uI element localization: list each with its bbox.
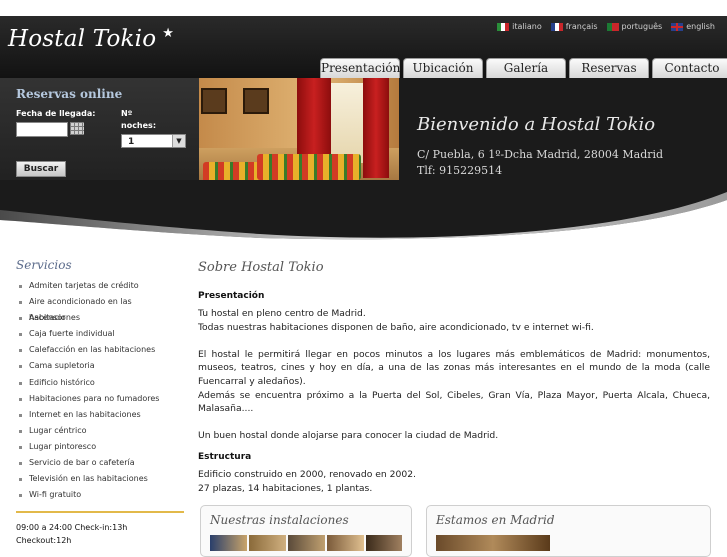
flag-france-icon (550, 22, 563, 31)
list-item: Caja fuerte individual (16, 326, 184, 342)
arrival-date-label: Fecha de llegada: (16, 109, 96, 118)
arrival-date-input[interactable] (16, 122, 68, 137)
intro-line-2: Todas nuestras habitaciones disponen de … (198, 321, 594, 333)
search-button[interactable]: Buscar (16, 161, 66, 177)
flag-italy-icon (497, 22, 510, 31)
tab-presentacion[interactable]: Presentación (320, 58, 400, 78)
madrid-photo[interactable] (436, 535, 550, 551)
paragraph-location: El hostal le permitirá llegar en pocos m… (198, 348, 710, 387)
address-line: C/ Puebla, 6 1º-Dcha Madrid, 28004 Madri… (417, 148, 664, 161)
hours-line: 09:00 a 24:00 Check-in:13h (16, 523, 128, 533)
flag-uk-icon (671, 22, 684, 31)
gallery-thumbnail[interactable] (249, 535, 286, 551)
star-icon: ★ (162, 26, 175, 41)
lang-francais[interactable]: français (550, 22, 598, 31)
lang-label: português (621, 22, 663, 31)
site-logo[interactable]: Hostal Tokio ★ (8, 26, 174, 52)
sidebar-divider (16, 511, 184, 514)
list-item: Aire acondicionado en las habitaciones (16, 294, 184, 322)
paragraph-closing: Un buen hostal donde alojarse para conoc… (198, 430, 499, 442)
madrid-box: Estamos en Madrid (426, 505, 711, 557)
gallery-thumbnail[interactable] (288, 535, 325, 551)
services-title: Servicios (16, 258, 72, 272)
nights-value: 1 (128, 137, 135, 147)
site-header: Hostal Tokio ★ italiano français portuguê… (0, 0, 727, 240)
main-nav: Presentación Ubicación Galería Reservas … (320, 58, 727, 78)
nights-label: noches: (121, 121, 157, 130)
madrid-title: Estamos en Madrid (436, 513, 555, 527)
flag-portugal-icon (606, 22, 619, 31)
header-swoosh (0, 180, 727, 240)
hotel-address: C/ Puebla, 6 1º-Dcha Madrid, 28004 Madri… (417, 147, 663, 179)
gallery-box: Nuestras instalaciones (200, 505, 412, 557)
list-item: Televisión en las habitaciones (16, 471, 184, 487)
page-title: Sobre Hostal Tokio (198, 260, 324, 275)
lang-label: italiano (512, 22, 542, 31)
structure-heading: Estructura (198, 451, 252, 462)
intro-line-1: Tu hostal en pleno centro de Madrid. (198, 308, 366, 319)
top-strip (0, 0, 727, 16)
list-item: Wi-fi gratuito (16, 487, 184, 503)
list-item: Calefacción en las habitaciones (16, 342, 184, 358)
services-list: Admiten tarjetas de crédito Aire acondic… (16, 278, 184, 503)
calendar-icon[interactable] (70, 122, 84, 135)
logo-text: Hostal Tokio (8, 26, 157, 52)
lang-italiano[interactable]: italiano (497, 22, 542, 31)
list-item: Cama supletoria (16, 358, 184, 374)
presentation-heading: Presentación (198, 291, 265, 301)
list-item: Internet en las habitaciones (16, 407, 184, 423)
tab-reservas[interactable]: Reservas (569, 58, 649, 78)
tab-contacto[interactable]: Contacto (652, 58, 727, 78)
list-item: Lugar céntrico (16, 423, 184, 439)
main-content: Sobre Hostal Tokio Presentación Tu hosta… (198, 258, 710, 495)
list-item: Ascensor (16, 310, 184, 326)
lang-label: français (565, 22, 598, 31)
list-item: Habitaciones para no fumadores (16, 391, 184, 407)
checkout-line: Checkout:12h (16, 536, 72, 546)
list-item: Admiten tarjetas de crédito (16, 278, 184, 294)
language-switcher: italiano français português english (497, 22, 715, 31)
sidebar: Servicios Admiten tarjetas de crédito Ai… (16, 258, 184, 547)
lang-label: english (686, 22, 715, 31)
paragraph-nearby: Además se encuentra próximo a la Puerta … (198, 389, 710, 415)
chevron-down-icon: ▼ (172, 135, 185, 147)
tab-ubicacion[interactable]: Ubicación (403, 58, 483, 78)
list-item: Servicio de bar o cafetería (16, 455, 184, 471)
list-item: Edificio histórico (16, 375, 184, 391)
list-item: Lugar pintoresco (16, 439, 184, 455)
lang-portugues[interactable]: português (606, 22, 663, 31)
gallery-thumbnail[interactable] (327, 535, 364, 551)
structure-line-2: 27 plazas, 14 habitaciones, 1 plantas. (198, 482, 373, 494)
nights-select[interactable]: 1 ▼ (121, 134, 186, 148)
tab-galeria[interactable]: Galería (486, 58, 566, 78)
lang-english[interactable]: english (671, 22, 715, 31)
gallery-thumbnail[interactable] (366, 535, 402, 551)
gallery-title: Nuestras instalaciones (210, 513, 349, 527)
structure-line-1: Edificio construido en 2000, renovado en… (198, 468, 416, 480)
booking-title: Reservas online (16, 87, 123, 101)
phone-line: Tlf: 915229514 (417, 164, 503, 177)
nights-label-number: Nº (121, 109, 133, 118)
welcome-headline: Bienvenido a Hostal Tokio (417, 114, 656, 135)
gallery-thumbnail[interactable] (210, 535, 247, 551)
